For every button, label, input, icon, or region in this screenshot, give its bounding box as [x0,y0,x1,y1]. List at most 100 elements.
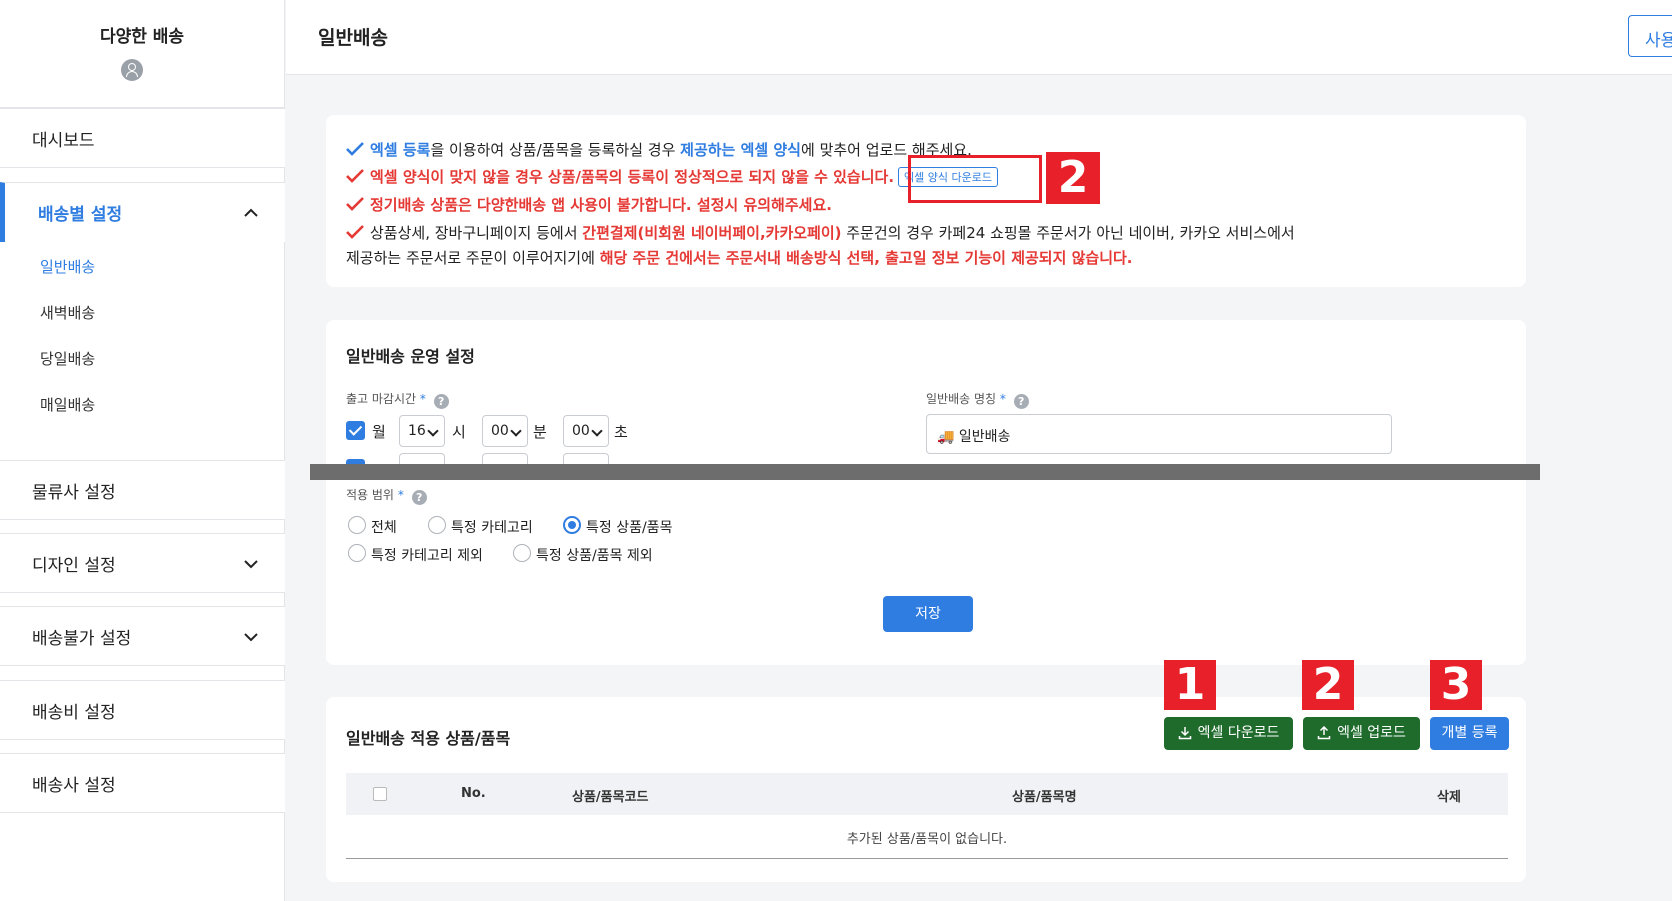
notice-line-1: 엑셀 등록을 이용하여 상품/품목을 등록하실 경우 제공하는 엑셀 양식에 맞… [346,139,972,160]
column-header-name: 상품/품목명 [1012,790,1077,805]
user-avatar-icon[interactable] [121,59,143,81]
minute-value: 00 [491,423,509,439]
sidebar-item-delivery-settings[interactable]: 배송별 설정 [0,182,285,242]
sidebar-item-label: 대시보드 [32,130,95,151]
help-icon[interactable]: ? [1013,394,1029,409]
callout-badge-2: 2 [1302,660,1354,710]
sidebar-item-shipping-fee[interactable]: 배송비 설정 [0,680,285,740]
empty-table-message: 추가된 상품/품목이 없습니다. [346,815,1508,859]
check-icon [346,169,364,183]
callout-badge-3: 3 [1430,660,1482,710]
sidebar-item-label: 디자인 설정 [32,555,116,576]
notice-text: 주문건의 경우 카페24 쇼핑몰 주문서가 아닌 네이버, 카카오 서비스에서 [841,224,1295,242]
scope-radio-label: 특정 카테고리 [451,520,533,536]
required-mark: * [397,488,404,502]
notice-text: 을 이용하여 상품/품목을 등록하실 경우 [430,141,681,159]
chevron-down-icon [244,560,258,569]
hour-select[interactable]: 16 [399,415,445,447]
scope-radio-exclude-product[interactable] [513,544,531,562]
notice-excel-register: 엑셀 등록 [370,141,431,159]
excel-download-label: 엑셀 다운로드 [1197,725,1280,741]
brand-title: 다양한 배송 [99,27,185,47]
chevron-down-icon [510,425,522,437]
cutoff-time-label: 출고 마감시간 * ? [346,390,449,409]
top-bar: 일반배송 사용 [286,0,1672,75]
column-header-no: No. [461,786,486,801]
column-header-delete: 삭제 [1437,790,1461,805]
products-table-header: No. 상품/품목코드 상품/품목명 삭제 [346,773,1508,815]
page-title: 일반배송 [318,27,388,49]
brand-area: 다양한 배송 [0,0,284,108]
scope-radio-all[interactable] [348,516,366,534]
callout-badge-1: 1 [1164,660,1216,710]
notice-text: 상품상세, 장바구니페이지 등에서 [370,224,583,242]
sidebar-subitem-standard[interactable]: 일반배송 [40,256,95,277]
redaction-bar [310,464,1540,480]
required-mark: * [999,392,1006,406]
excel-upload-label: 엑셀 업로드 [1337,725,1406,741]
sidebar-item-dashboard[interactable]: 대시보드 [0,108,285,168]
second-unit: 초 [614,423,628,441]
sidebar-subitem-daily[interactable]: 매일배송 [40,394,95,415]
user-menu-button[interactable]: 사용 [1628,15,1672,57]
sidebar-item-carrier[interactable]: 배송사 설정 [0,753,285,813]
sidebar-subitem-dawn[interactable]: 새벽배송 [40,302,95,323]
scope-radio-product[interactable] [563,516,581,534]
settings-title: 일반배송 운영 설정 [346,347,475,366]
scope-label-text: 적용 범위 [346,488,394,502]
chevron-down-icon [244,633,258,642]
notice-line-3: 정기배송 상품은 다양한배송 앱 사용이 불가합니다. 설정시 유의해주세요. [346,194,832,215]
select-all-checkbox[interactable] [373,787,387,801]
download-icon [1178,727,1191,740]
scope-radio-label: 특정 카테고리 제외 [371,548,483,564]
chevron-up-icon [244,208,258,217]
upload-icon [1317,725,1331,740]
scope-radio-label: 전체 [371,520,397,536]
hour-value: 16 [408,423,426,439]
day-label-monday: 월 [372,423,386,441]
sidebar-item-label: 배송비 설정 [32,702,116,723]
sidebar-item-label: 배송사 설정 [32,775,116,796]
save-button[interactable]: 저장 [883,596,973,632]
minute-unit: 분 [533,423,547,441]
delivery-name-label: 일반배송 명칭 * ? [926,390,1029,409]
scope-radio-exclude-category[interactable] [348,544,366,562]
notice-line-2: 엑셀 양식이 맞지 않을 경우 상품/품목의 등록이 정상적으로 되지 않을 수… [346,166,998,187]
notice-simple-pay: 간편결제(비회원 네이버페이,카카오페이) [582,224,842,242]
notice-line-4: 상품상세, 장바구니페이지 등에서 간편결제(비회원 네이버페이,카카오페이) … [346,222,1295,243]
delivery-name-label-text: 일반배송 명칭 [926,392,997,406]
chevron-down-icon [591,425,603,437]
scope-radio-label: 특정 상품/품목 제외 [536,548,653,564]
notice-excel-template: 제공하는 엑셀 양식 [680,141,801,159]
column-header-code: 상품/품목코드 [572,790,649,805]
delivery-name-input[interactable]: 🚚 일반배송 [926,414,1392,454]
help-icon[interactable]: ? [433,394,449,409]
individual-register-button[interactable]: 개별 등록 [1430,717,1509,750]
day-checkbox-monday[interactable] [346,421,365,440]
callout-badge: 2 [1046,152,1100,204]
sidebar-item-logistics[interactable]: 물류사 설정 [0,460,285,520]
scope-radio-label: 특정 상품/품목 [586,520,673,536]
sidebar-item-label: 배송불가 설정 [32,628,132,649]
check-icon [346,142,364,156]
minute-select[interactable]: 00 [482,415,528,447]
notice-warning-text: 엑셀 양식이 맞지 않을 경우 상품/품목의 등록이 정상적으로 되지 않을 수… [370,168,895,186]
sidebar-item-design[interactable]: 디자인 설정 [0,533,285,593]
sidebar-item-undeliverable[interactable]: 배송불가 설정 [0,606,285,666]
notice-line-5: 제공하는 주문서로 주문이 이루어지기에 해당 주문 건에서는 주문서내 배송방… [346,247,1133,268]
excel-upload-button[interactable]: 엑셀 업로드 [1303,717,1420,750]
scope-label: 적용 범위 * ? [346,486,427,505]
second-select[interactable]: 00 [563,415,609,447]
excel-download-button[interactable]: 엑셀 다운로드 [1164,717,1293,750]
help-icon[interactable]: ? [411,490,427,505]
sidebar-subitem-same-day[interactable]: 당일배송 [40,348,95,369]
notice-warning-text: 정기배송 상품은 다양한배송 앱 사용이 불가합니다. 설정시 유의해주세요. [370,196,832,214]
required-mark: * [419,392,426,406]
callout-frame [908,155,1042,203]
notice-warning-text: 해당 주문 건에서는 주문서내 배송방식 선택, 출고일 정보 기능이 제공되지… [599,249,1133,267]
sidebar-item-label: 물류사 설정 [32,482,116,503]
check-icon [346,225,364,239]
sidebar-item-label: 배송별 설정 [38,205,123,225]
scope-radio-category[interactable] [428,516,446,534]
second-value: 00 [572,423,590,439]
